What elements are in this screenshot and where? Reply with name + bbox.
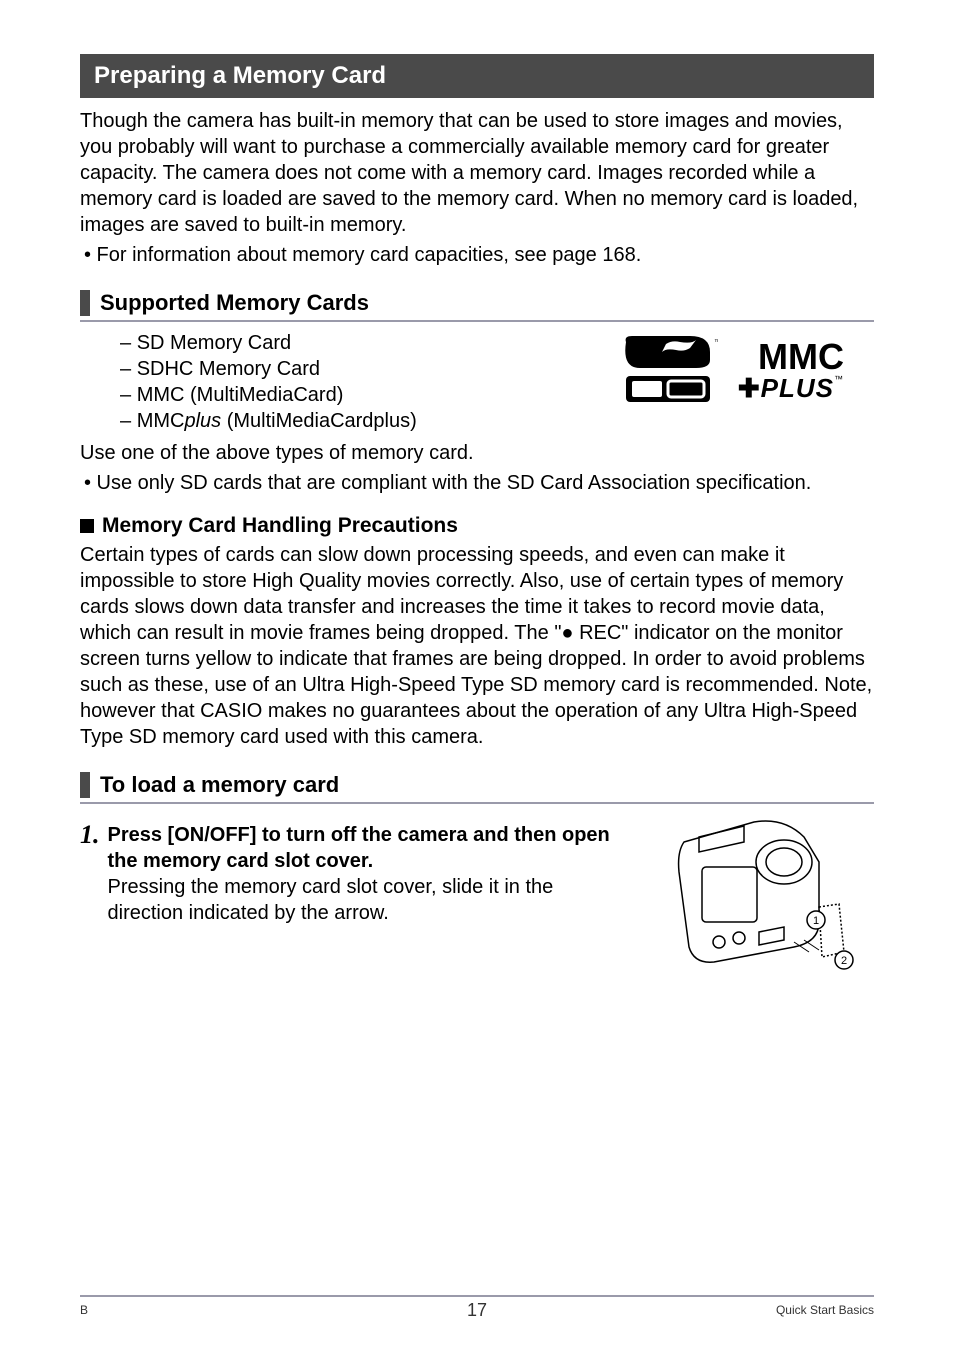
mmc-text-top: MMC (758, 336, 844, 377)
step-body: Pressing the memory card slot cover, sli… (108, 874, 625, 926)
heading-bar-icon (80, 772, 90, 798)
list-item: MMC (MultiMediaCard) (120, 382, 417, 408)
step-title: Press [ON/OFF] to turn off the camera an… (108, 822, 625, 874)
square-bullet-icon (80, 519, 94, 533)
svg-text:1: 1 (813, 915, 819, 927)
load-heading: To load a memory card (80, 772, 874, 804)
list-item: MMCplus (MultiMediaCardplus) (120, 408, 417, 434)
list-item: SDHC Memory Card (120, 356, 417, 382)
camera-illustration: 1 2 (644, 812, 874, 982)
intro-bullet: • For information about memory card capa… (80, 242, 874, 268)
intro-paragraph: Though the camera has built-in memory th… (80, 108, 874, 238)
mmc-text-bottom: PLUS (761, 373, 834, 403)
handling-heading: Memory Card Handling Precautions (80, 514, 874, 538)
card-logos: ™ MMC ✚PLUS™ (618, 330, 874, 406)
heading-bar-icon (80, 290, 90, 316)
load-heading-text: To load a memory card (100, 772, 339, 798)
page-footer: B 17 Quick Start Basics (80, 1295, 874, 1317)
mmc-logo: MMC ✚PLUS™ (738, 339, 844, 401)
list-item: SD Memory Card (120, 330, 417, 356)
footer-right: Quick Start Basics (776, 1303, 874, 1317)
handling-heading-text: Memory Card Handling Precautions (102, 514, 458, 538)
supported-note1: Use one of the above types of memory car… (80, 440, 874, 466)
supported-heading: Supported Memory Cards (80, 290, 874, 322)
svg-text:2: 2 (841, 955, 847, 967)
supported-note2: • Use only SD cards that are compliant w… (80, 470, 874, 496)
step-number: 1. (80, 822, 100, 848)
sd-logo-icon: ™ (618, 334, 718, 406)
section-header: Preparing a Memory Card (80, 54, 874, 98)
footer-left: B (80, 1303, 88, 1317)
supported-card-list: SD Memory Card SDHC Memory Card MMC (Mul… (80, 330, 417, 434)
supported-heading-text: Supported Memory Cards (100, 290, 369, 316)
svg-text:™: ™ (714, 339, 718, 346)
footer-page-number: 17 (467, 1300, 487, 1321)
handling-paragraph: Certain types of cards can slow down pro… (80, 542, 874, 750)
